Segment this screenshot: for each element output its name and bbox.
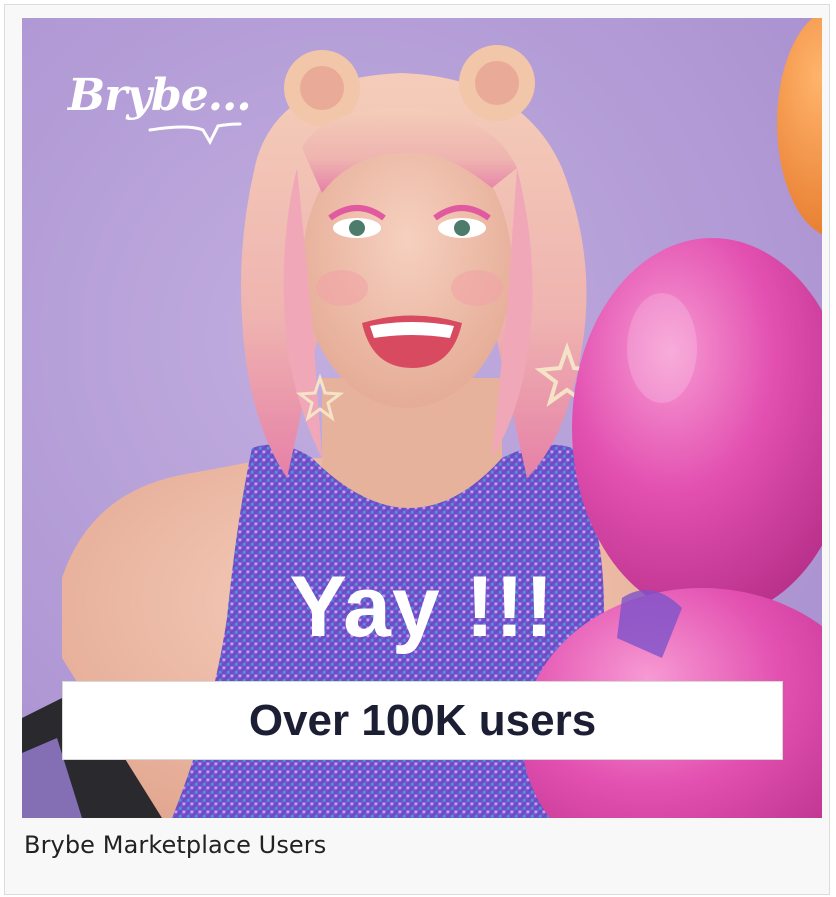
headline: Yay !!! <box>289 559 555 655</box>
promo-image[interactable]: Brybe... Yay !!! Over 100K users <box>22 18 822 818</box>
image-caption: Brybe Marketplace Users <box>24 831 327 859</box>
brand-logo: Brybe... <box>68 70 252 121</box>
users-banner: Over 100K users <box>62 681 783 760</box>
users-banner-text: Over 100K users <box>248 695 597 745</box>
image-card: Brybe... Yay !!! Over 100K users Brybe M… <box>4 4 830 895</box>
logo-swoosh-icon <box>148 122 242 146</box>
